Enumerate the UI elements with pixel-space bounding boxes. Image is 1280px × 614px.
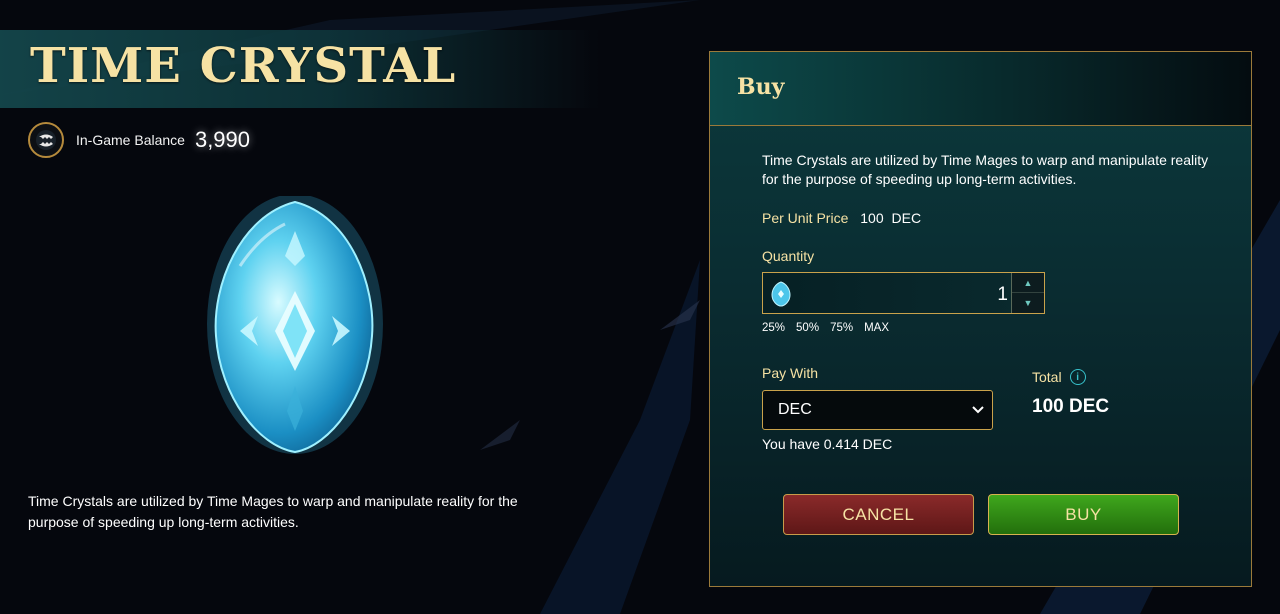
balance-value: 3,990 [194, 127, 251, 152]
percent-25-option[interactable]: 25% [762, 322, 785, 334]
total-label-row: Total i [1032, 369, 1086, 385]
decrement-arrow-icon[interactable]: ▼ [1012, 293, 1044, 313]
per-unit-price-row: Per Unit Price 100 DEC [762, 210, 921, 226]
balance-row: In-Game Balance 3,990 [28, 122, 250, 158]
pay-with-selected-value: DEC [778, 401, 812, 418]
quantity-label: Quantity [762, 248, 815, 264]
cancel-button[interactable]: CANCEL [783, 494, 974, 535]
pay-with-label: Pay With [762, 365, 819, 381]
quantity-input[interactable]: 1 [997, 284, 1008, 306]
time-crystal-image [200, 194, 390, 461]
page-title: TIME CRYSTAL [30, 38, 457, 94]
buy-panel-title: Buy [737, 74, 785, 100]
chevron-down-icon [972, 406, 984, 414]
per-unit-price-value: 100 [860, 210, 884, 226]
total-value: 100 DEC [1032, 396, 1110, 417]
buy-panel-description: Time Crystals are utilized by Time Mages… [762, 152, 1209, 187]
percent-50-option[interactable]: 50% [796, 322, 819, 334]
per-unit-price-currency: DEC [891, 210, 922, 226]
quantity-stepper-buttons: ▲ ▼ [1011, 273, 1044, 313]
buy-button[interactable]: BUY [988, 494, 1179, 535]
percent-75-option[interactable]: 75% [830, 322, 853, 334]
balance-label: In-Game Balance [76, 132, 185, 148]
item-description: Time Crystals are utilized by Time Mages… [28, 493, 518, 530]
buy-panel-header: Buy [710, 52, 1251, 126]
increment-arrow-icon[interactable]: ▲ [1012, 273, 1044, 293]
info-icon[interactable]: i [1069, 369, 1086, 385]
merit-coin-icon [28, 122, 64, 158]
quantity-stepper[interactable]: 1 ▲ ▼ [762, 272, 1045, 314]
pay-with-select[interactable]: DEC [762, 390, 993, 430]
total-label: Total [1032, 369, 1062, 385]
you-have-balance: You have 0.414 DEC [762, 436, 893, 452]
quantity-percent-options: 25% 50% 75% MAX [762, 322, 889, 334]
percent-max-option[interactable]: MAX [864, 322, 889, 334]
time-crystal-icon [771, 281, 791, 312]
per-unit-price-label: Per Unit Price [762, 210, 849, 226]
buy-panel: Buy Time Crystals are utilized by Time M… [709, 51, 1252, 587]
